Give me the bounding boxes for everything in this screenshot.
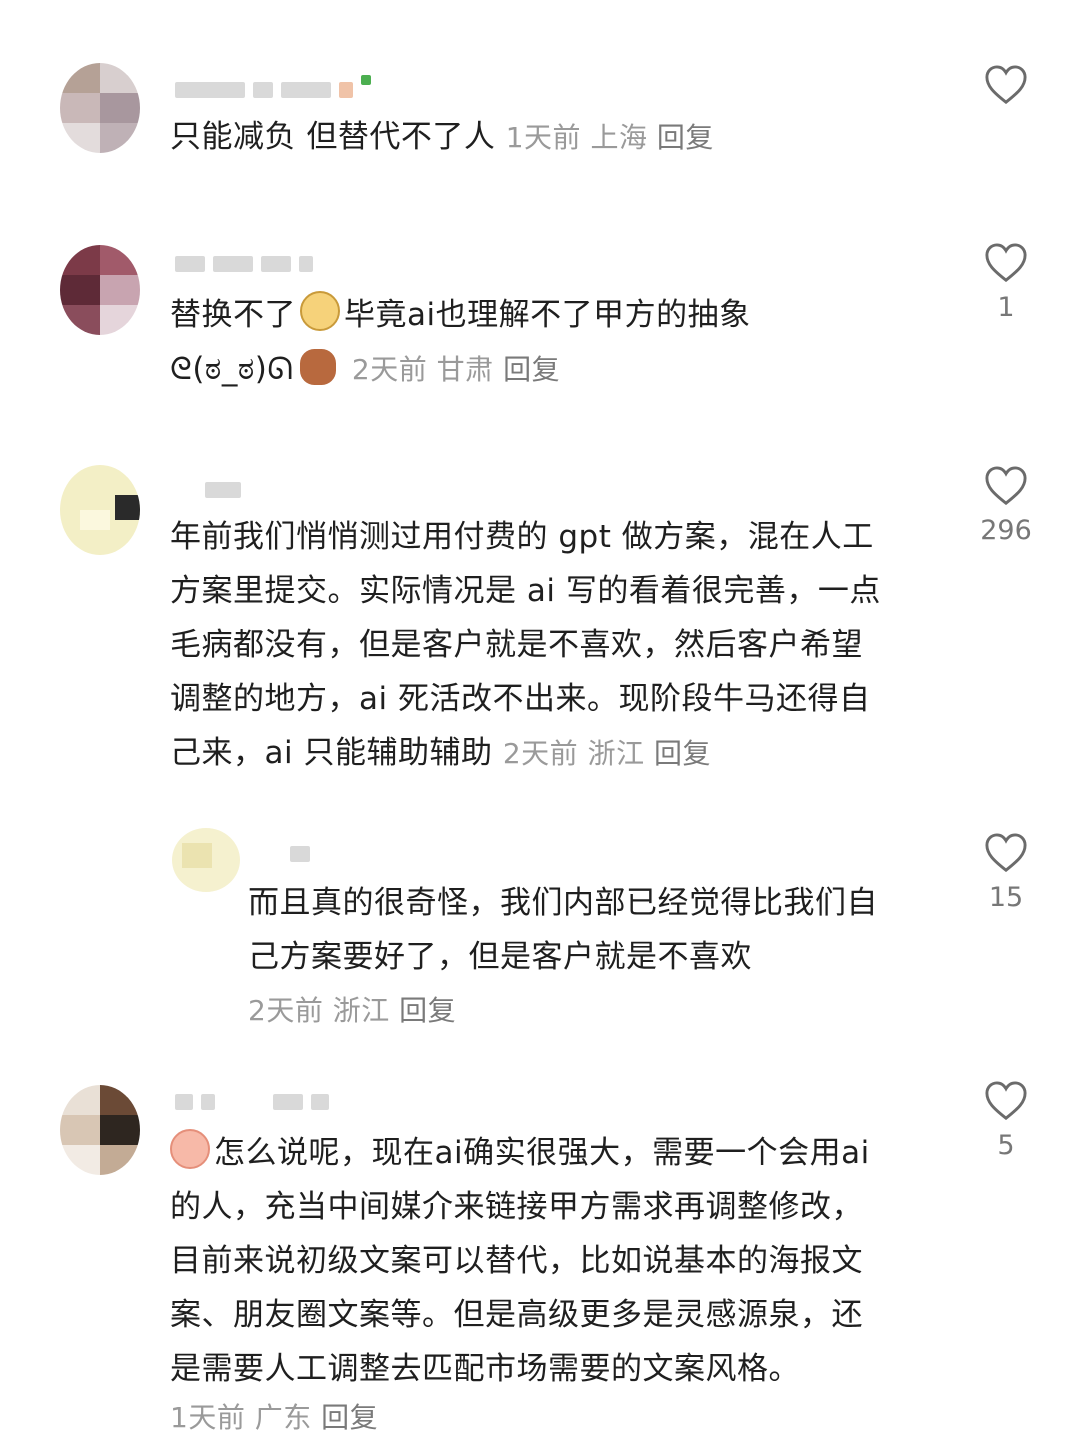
avatar[interactable]	[60, 245, 140, 335]
like-button[interactable]: 15	[976, 832, 1036, 913]
reply-button[interactable]: 回复	[503, 353, 560, 386]
comment-line: 目前来说初级文案可以替代，比如说基本的海报文	[170, 1243, 863, 1279]
comment-line: 怎么说呢，现在ai确实很强大，需要一个会用ai	[214, 1135, 870, 1171]
comment-text: 年前我们悄悄测过用付费的 gpt 做方案，混在人工 方案里提交。实际情况是 ai…	[170, 510, 960, 781]
comment-text: 替换不了 毕竟ai也理解不了甲方的抽象 ᘓ(ಠ_ಠ)ᘏ 2天前 甘肃 回复	[170, 288, 950, 397]
like-button[interactable]: 1	[976, 242, 1036, 323]
comment-line: 己方案要好了，但是客户就是不喜欢	[248, 939, 752, 975]
comment-line: 的人，充当中间媒介来链接甲方需求再调整修改，	[170, 1189, 863, 1225]
comment-meta: 1天前 广东 回复	[170, 1401, 379, 1434]
username-blurred[interactable]	[175, 1094, 329, 1110]
username-blurred[interactable]	[290, 846, 310, 862]
like-button[interactable]	[976, 64, 1036, 114]
like-count: 15	[988, 882, 1024, 913]
crying-emoji-icon	[170, 1129, 210, 1169]
comment-line: 案、朋友圈文案等。但是高级更多是灵感源泉，还	[170, 1297, 863, 1333]
username-blurred[interactable]	[175, 256, 313, 272]
avatar[interactable]	[172, 828, 240, 892]
comment-line: 己来，ai 只能辅助辅助	[170, 735, 493, 771]
comment-line: 是需要人工调整去匹配市场需要的文案风格。	[170, 1351, 800, 1387]
like-button[interactable]: 296	[976, 465, 1036, 546]
comment-meta: 2天前 甘肃 回复	[351, 353, 561, 386]
comment-line: 年前我们悄悄测过用付费的 gpt 做方案，混在人工	[170, 519, 874, 555]
comment-line: 毛病都没有，但是客户就是不喜欢，然后客户希望	[170, 627, 863, 663]
comment-meta: 2天前 浙江 回复	[248, 994, 457, 1027]
comment-text: 只能减负 但替代不了人 1天前 上海 回复	[170, 119, 714, 155]
avatar[interactable]	[60, 1085, 140, 1175]
reply-button[interactable]: 回复	[654, 737, 711, 770]
comment-meta: 1天前 上海 回复	[505, 121, 714, 154]
comment-meta: 2天前 浙江 回复	[502, 737, 711, 770]
dog-emoji-icon	[300, 291, 340, 331]
heart-icon	[985, 1081, 1027, 1120]
username-blurred[interactable]	[205, 482, 241, 498]
avatar[interactable]	[60, 63, 140, 153]
comment-line: 调整的地方，ai 死活改不出来。现阶段牛马还得自	[170, 681, 871, 717]
like-count: 5	[997, 1130, 1015, 1161]
like-count: 1	[997, 292, 1015, 323]
like-button[interactable]: 5	[976, 1080, 1036, 1161]
heart-icon	[985, 466, 1027, 505]
reply-button[interactable]: 回复	[657, 121, 714, 154]
username-blurred[interactable]	[175, 75, 371, 98]
avatar[interactable]	[60, 465, 140, 555]
heart-icon	[985, 833, 1027, 872]
reply-button[interactable]: 回复	[399, 994, 456, 1027]
reply-button[interactable]: 回复	[321, 1401, 378, 1434]
comment-text: 怎么说呢，现在ai确实很强大，需要一个会用ai 的人，充当中间媒介来链接甲方需求…	[170, 1126, 960, 1440]
like-count: 296	[980, 515, 1032, 546]
angry-emoji-icon	[299, 349, 336, 385]
comment-line: 方案里提交。实际情况是 ai 写的看着很完善，一点	[170, 573, 881, 609]
comment-line: 而且真的很奇怪，我们内部已经觉得比我们自	[248, 885, 878, 921]
comment-text: 而且真的很奇怪，我们内部已经觉得比我们自 己方案要好了，但是客户就是不喜欢 2天…	[248, 876, 968, 1038]
heart-icon	[985, 243, 1027, 282]
heart-icon	[985, 65, 1027, 104]
